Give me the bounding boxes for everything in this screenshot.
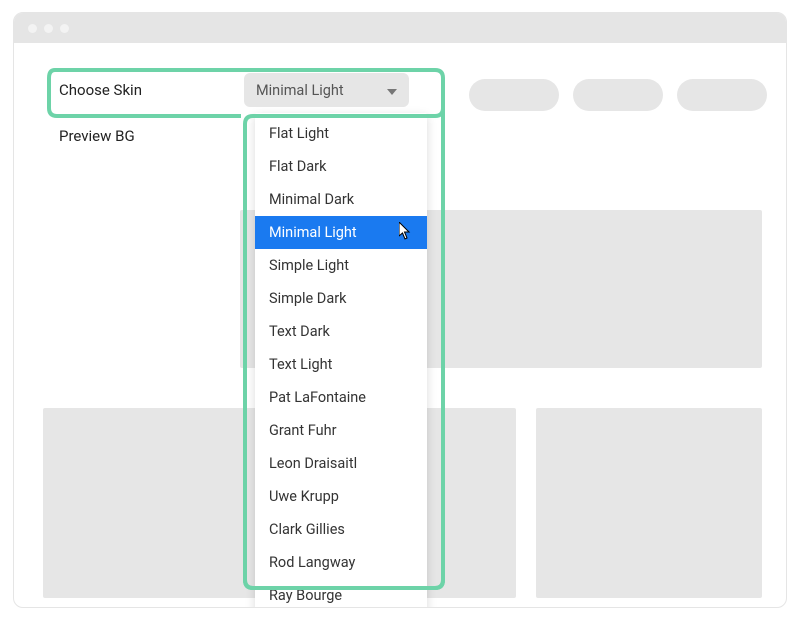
choose-skin-select[interactable]: Minimal Light <box>244 73 409 107</box>
browser-window: Choose Skin Minimal Light Preview BG Fla… <box>13 12 787 608</box>
toolbar-pill[interactable] <box>573 79 663 111</box>
choose-skin-dropdown[interactable]: Flat LightFlat DarkMinimal DarkMinimal L… <box>255 113 427 608</box>
preview-bg-label: Preview BG <box>44 127 244 145</box>
dropdown-option[interactable]: Text Light <box>255 348 427 381</box>
toolbar-pill[interactable] <box>469 79 559 111</box>
dropdown-option[interactable]: Flat Light <box>255 117 427 150</box>
dropdown-option[interactable]: Minimal Dark <box>255 183 427 216</box>
choose-skin-label: Choose Skin <box>44 81 244 99</box>
dropdown-option[interactable]: Flat Dark <box>255 150 427 183</box>
window-control-zoom[interactable] <box>60 24 69 33</box>
dropdown-option[interactable]: Minimal Light <box>255 216 427 249</box>
content-placeholder <box>43 408 269 598</box>
dropdown-option[interactable]: Rod Langway <box>255 546 427 579</box>
choose-skin-selected-value: Minimal Light <box>256 82 344 99</box>
dropdown-option[interactable]: Pat LaFontaine <box>255 381 427 414</box>
toolbar-placeholder-pills <box>469 79 767 111</box>
chevron-down-icon <box>387 82 397 99</box>
dropdown-option[interactable]: Leon Draisaitl <box>255 447 427 480</box>
dropdown-option[interactable]: Text Dark <box>255 315 427 348</box>
dropdown-option[interactable]: Grant Fuhr <box>255 414 427 447</box>
window-control-close[interactable] <box>28 24 37 33</box>
dropdown-option[interactable]: Simple Light <box>255 249 427 282</box>
window-control-minimize[interactable] <box>44 24 53 33</box>
content-placeholder <box>536 408 762 598</box>
cursor-icon <box>399 222 413 240</box>
dropdown-option[interactable]: Uwe Krupp <box>255 480 427 513</box>
dropdown-option[interactable]: Simple Dark <box>255 282 427 315</box>
dropdown-option[interactable]: Ray Bourge <box>255 579 427 608</box>
dropdown-option[interactable]: Clark Gillies <box>255 513 427 546</box>
toolbar-pill[interactable] <box>677 79 767 111</box>
window-titlebar <box>14 13 786 43</box>
